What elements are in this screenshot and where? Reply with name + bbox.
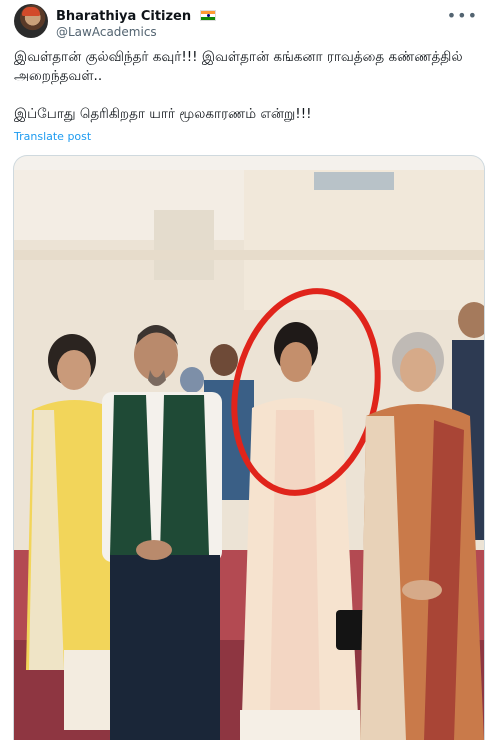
author-handle[interactable]: @LawAcademics [56,25,216,40]
india-flag-icon [200,10,217,21]
author-info[interactable]: Bharathiya Citizen @LawAcademics [56,5,217,40]
post-photo[interactable] [14,170,484,740]
post-text-line-1: இவள்தான் குல்விந்தர் கவுர்!!! இவள்தான் க… [14,49,467,84]
more-options-icon[interactable]: ••• [447,6,478,25]
translate-post-link[interactable]: Translate post [14,130,91,143]
avatar[interactable] [14,4,48,38]
post-text-line-2: இப்போது தெரிகிறதா யார் மூலகாரணம் என்று!!… [14,106,312,122]
author-display-name[interactable]: Bharathiya Citizen [56,9,191,25]
post-header: Bharathiya Citizen @LawAcademics ••• [14,4,480,40]
post-text: இவள்தான் குல்விந்தர் கவுர்!!! இவள்தான் க… [14,48,474,124]
post-media[interactable] [13,155,485,740]
